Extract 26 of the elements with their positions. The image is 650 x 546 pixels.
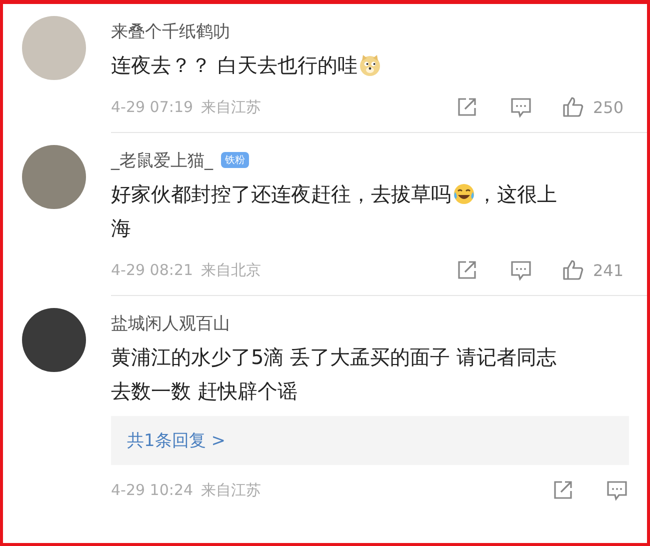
replies-link[interactable]: 共1条回复 >: [127, 431, 226, 451]
share-icon[interactable]: [455, 258, 479, 282]
dog-emoji-icon: [358, 53, 382, 77]
comment-location: 来自江苏: [201, 98, 262, 116]
comment-text: 黄浦江的水少了5滴 丢了大孟买的面子 请记者同志去数一数 赶快辟个谣: [111, 344, 558, 405]
comment-time: 4-29 10:24: [111, 481, 194, 499]
comment-location: 来自北京: [201, 260, 262, 280]
username[interactable]: 盐城闲人观百山: [111, 312, 230, 334]
laughing-tears-emoji-icon: [452, 182, 476, 206]
share-icon[interactable]: [551, 478, 575, 502]
share-icon[interactable]: [455, 95, 479, 119]
thumbs-up-icon[interactable]: [561, 258, 585, 282]
comment-time: 4-29 08:21: [111, 261, 194, 279]
like-count: 250: [593, 98, 625, 116]
username[interactable]: 来叠个千纸鹤叻: [111, 20, 230, 42]
comment-icon[interactable]: [509, 95, 533, 119]
comment-text: 连夜去？？ 白天去也行的哇: [111, 48, 559, 82]
comment-location: 来自江苏: [201, 480, 262, 500]
comment-time: 4-29 07:19: [111, 98, 194, 116]
comment-text: 好家伙都封控了还连夜赶往，去拔草吗 ，这很上海: [111, 181, 558, 242]
fan-badge: 铁粉: [221, 152, 249, 168]
comment-icon[interactable]: [509, 258, 533, 282]
username[interactable]: _老鼠爱上猫_: [111, 148, 213, 172]
comment-icon[interactable]: [605, 478, 629, 502]
like-count: 241: [593, 260, 625, 280]
thumbs-up-icon[interactable]: [561, 95, 585, 119]
